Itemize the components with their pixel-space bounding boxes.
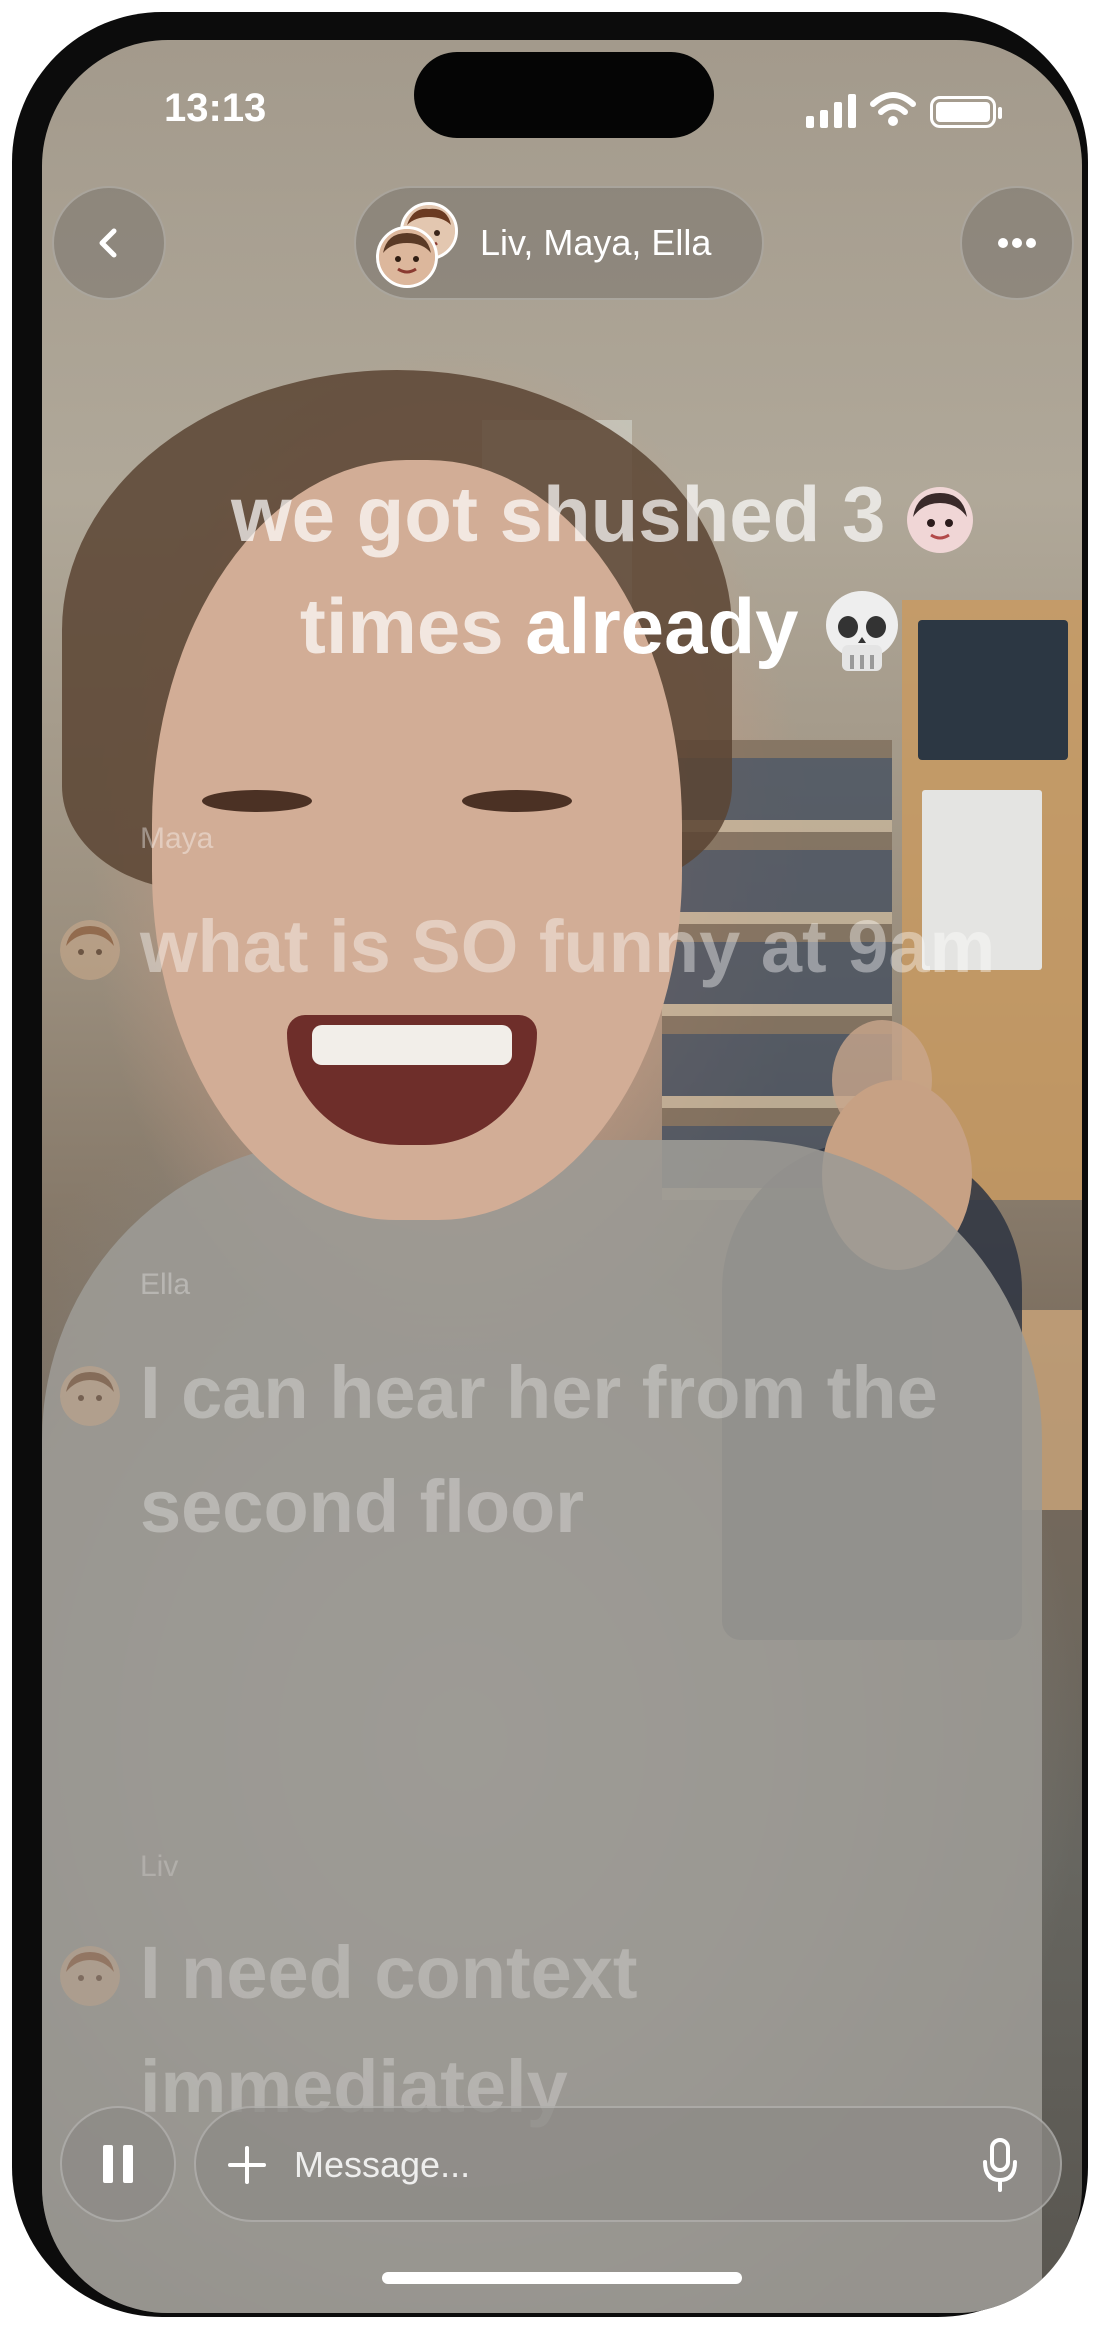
status-time: 13:13 <box>164 86 267 130</box>
pause-icon <box>98 2145 138 2183</box>
back-button[interactable] <box>52 186 166 300</box>
wifi-icon <box>870 92 916 126</box>
live-message: we got shushed 3 times already <box>152 458 1052 682</box>
sender-name: Maya <box>140 822 214 855</box>
status-icons <box>806 92 1002 128</box>
memoji-icon <box>60 1946 120 2006</box>
avatar-ella <box>376 226 438 288</box>
message-text: what is SO funny at 9am <box>140 905 996 988</box>
cellular-signal-icon <box>806 94 856 128</box>
sender-name: Ella <box>140 1268 191 1301</box>
sender-name: Liv <box>140 1850 179 1883</box>
chat-title-pill[interactable]: Liv, Maya, Ella <box>354 186 764 300</box>
background-eye <box>462 790 572 812</box>
message-placeholder: Message... <box>294 2144 471 2185</box>
memoji-icon <box>60 1366 120 1426</box>
memoji-icon <box>907 487 974 554</box>
memoji-icon <box>60 920 120 980</box>
more-options-button[interactable] <box>960 186 1074 300</box>
live-message-line1: we got shushed 3 <box>230 470 886 558</box>
screen: 13:13 Liv, Maya, Ella we got shushed 3 t… <box>42 40 1082 2313</box>
memoji-icon <box>379 229 435 285</box>
skull-emoji-icon <box>826 591 899 672</box>
home-indicator[interactable] <box>382 2272 742 2284</box>
message-input[interactable]: Message... <box>194 2106 1062 2222</box>
microphone-icon[interactable] <box>980 2136 1020 2196</box>
chevron-left-icon <box>99 228 117 258</box>
background-teeth <box>312 1025 512 1065</box>
plus-icon[interactable] <box>222 2140 272 2190</box>
battery-icon <box>930 96 1002 128</box>
phone-frame: 13:13 Liv, Maya, Ella we got shushed 3 t… <box>12 12 1088 2317</box>
live-message-word: times <box>299 582 526 670</box>
pause-button[interactable] <box>60 2106 176 2222</box>
dynamic-island <box>414 52 714 138</box>
message-text: I can hear her from the second floor <box>140 1351 938 1548</box>
chat-title: Liv, Maya, Ella <box>480 222 712 263</box>
ellipsis-icon <box>998 238 1036 248</box>
live-message-word-active: already <box>525 582 799 670</box>
background-eye <box>202 790 312 812</box>
